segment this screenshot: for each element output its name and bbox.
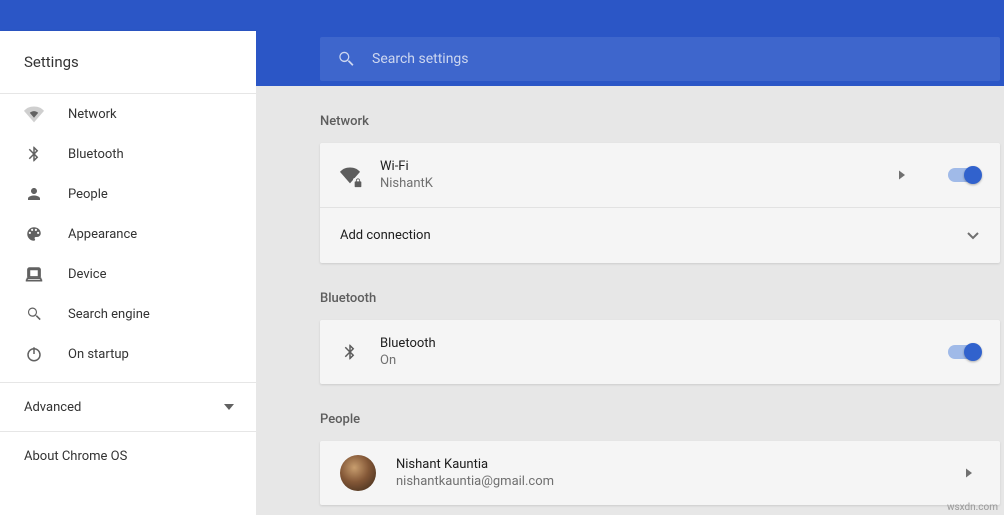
- wifi-toggle[interactable]: [948, 168, 980, 182]
- sidebar-advanced[interactable]: Advanced: [0, 383, 256, 431]
- sidebar: Settings Network Bluetooth People Appear…: [0, 31, 256, 515]
- section-title-network: Network: [256, 86, 1004, 143]
- scroll-area: Network Wi-Fi NishantK Add connection: [256, 86, 1004, 515]
- search-icon: [336, 49, 356, 69]
- content-area: Network Wi-Fi NishantK Add connection: [256, 31, 1004, 515]
- sidebar-item-label: Network: [68, 107, 117, 122]
- section-title-bluetooth: Bluetooth: [256, 263, 1004, 320]
- search-header: [256, 31, 1004, 86]
- power-icon: [24, 344, 44, 364]
- sidebar-item-on-startup[interactable]: On startup: [0, 334, 256, 374]
- user-row[interactable]: Nishant Kauntia nishantkauntia@gmail.com: [320, 441, 1000, 505]
- bluetooth-toggle[interactable]: [948, 345, 980, 359]
- network-card: Wi-Fi NishantK Add connection: [320, 143, 1000, 263]
- bluetooth-row[interactable]: Bluetooth On: [320, 320, 1000, 384]
- sidebar-item-label: People: [68, 187, 108, 202]
- wifi-icon: [24, 104, 44, 124]
- advanced-label: Advanced: [24, 400, 81, 415]
- title-bar: [0, 0, 1004, 31]
- sidebar-item-label: Bluetooth: [68, 147, 124, 162]
- add-connection-label: Add connection: [340, 228, 958, 243]
- avatar: [340, 455, 376, 491]
- person-icon: [24, 184, 44, 204]
- add-connection-text: Add connection: [340, 228, 958, 243]
- sidebar-item-people[interactable]: People: [0, 174, 256, 214]
- sidebar-item-label: On startup: [68, 347, 129, 362]
- sidebar-item-device[interactable]: Device: [0, 254, 256, 294]
- sidebar-about[interactable]: About Chrome OS: [0, 432, 256, 480]
- wifi-text: Wi-Fi NishantK: [380, 159, 888, 191]
- dropdown-icon: [224, 404, 234, 410]
- sidebar-item-network[interactable]: Network: [0, 94, 256, 134]
- arrow-right-icon: [962, 466, 976, 480]
- wifi-connected-icon: [340, 165, 360, 185]
- add-connection-row[interactable]: Add connection: [320, 207, 1000, 263]
- sidebar-item-label: Search engine: [68, 307, 150, 322]
- chevron-down-icon: [966, 229, 980, 243]
- sidebar-item-bluetooth[interactable]: Bluetooth: [0, 134, 256, 174]
- bluetooth-row-icon: [340, 342, 360, 362]
- search-icon: [24, 304, 44, 324]
- sidebar-item-search-engine[interactable]: Search engine: [0, 294, 256, 334]
- laptop-icon: [24, 264, 44, 284]
- sidebar-title: Settings: [0, 31, 256, 93]
- user-name: Nishant Kauntia: [396, 457, 954, 472]
- sidebar-item-label: Device: [68, 267, 107, 282]
- search-input[interactable]: [372, 37, 1000, 81]
- bluetooth-label: Bluetooth: [380, 336, 948, 351]
- search-bar[interactable]: [320, 37, 1000, 81]
- wifi-row[interactable]: Wi-Fi NishantK: [320, 143, 1000, 207]
- bluetooth-status: On: [380, 353, 948, 368]
- sidebar-item-appearance[interactable]: Appearance: [0, 214, 256, 254]
- people-card: Nishant Kauntia nishantkauntia@gmail.com: [320, 441, 1000, 505]
- palette-icon: [24, 224, 44, 244]
- sidebar-item-label: Appearance: [68, 227, 137, 242]
- about-label: About Chrome OS: [24, 449, 127, 464]
- user-text: Nishant Kauntia nishantkauntia@gmail.com: [396, 457, 954, 489]
- wifi-name: NishantK: [380, 176, 888, 191]
- bluetooth-text: Bluetooth On: [380, 336, 948, 368]
- bluetooth-icon: [24, 144, 44, 164]
- bluetooth-card: Bluetooth On: [320, 320, 1000, 384]
- arrow-right-icon[interactable]: [896, 169, 908, 181]
- section-title-people: People: [256, 384, 1004, 441]
- user-email: nishantkauntia@gmail.com: [396, 474, 954, 489]
- wifi-label: Wi-Fi: [380, 159, 888, 174]
